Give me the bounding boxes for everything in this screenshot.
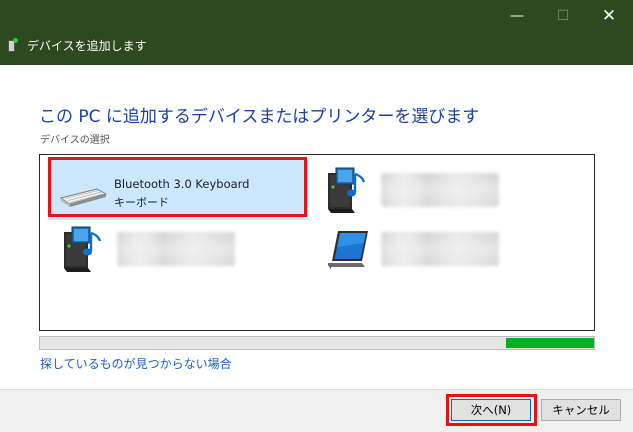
maximize-button: ☐ [556,8,570,24]
obscured-device-name [381,232,499,266]
section-label: デバイスの選択 [40,135,110,146]
window-title: デバイスを追加します [27,38,147,53]
minimize-button[interactable]: — [494,0,540,32]
title-bar: — ☐ ✕ デバイスを追加します [0,0,633,65]
search-progress-bar [39,336,595,350]
next-button[interactable]: 次へ(N) [451,399,531,421]
device-list[interactable]: Bluetooth 3.0 Keyboard キーボード [39,154,595,331]
page-heading: この PC に追加するデバイスまたはプリンターを選びます [39,107,480,127]
dialog-footer [0,389,633,432]
device-tile-media-2[interactable] [48,219,308,279]
progress-marquee [506,338,594,348]
keyboard-icon [59,188,108,207]
bluetooth-device-icon [8,37,18,52]
close-button[interactable]: ✕ [586,0,632,32]
obscured-device-name [117,232,235,266]
media-device-icon [328,167,366,213]
media-device-icon [64,226,102,272]
device-tile-keyboard[interactable]: Bluetooth 3.0 Keyboard キーボード [48,160,308,220]
obscured-device-name [381,173,499,207]
cancel-button[interactable]: キャンセル [541,399,621,421]
device-tile-tablet[interactable] [312,219,572,279]
device-tile-media-1[interactable] [312,160,572,220]
app-title-row: デバイスを追加します [8,36,147,54]
device-name: Bluetooth 3.0 Keyboard [114,177,250,191]
device-type: キーボード [114,196,169,209]
help-link[interactable]: 探しているものが見つからない場合 [40,355,232,372]
tablet-icon [328,231,368,269]
